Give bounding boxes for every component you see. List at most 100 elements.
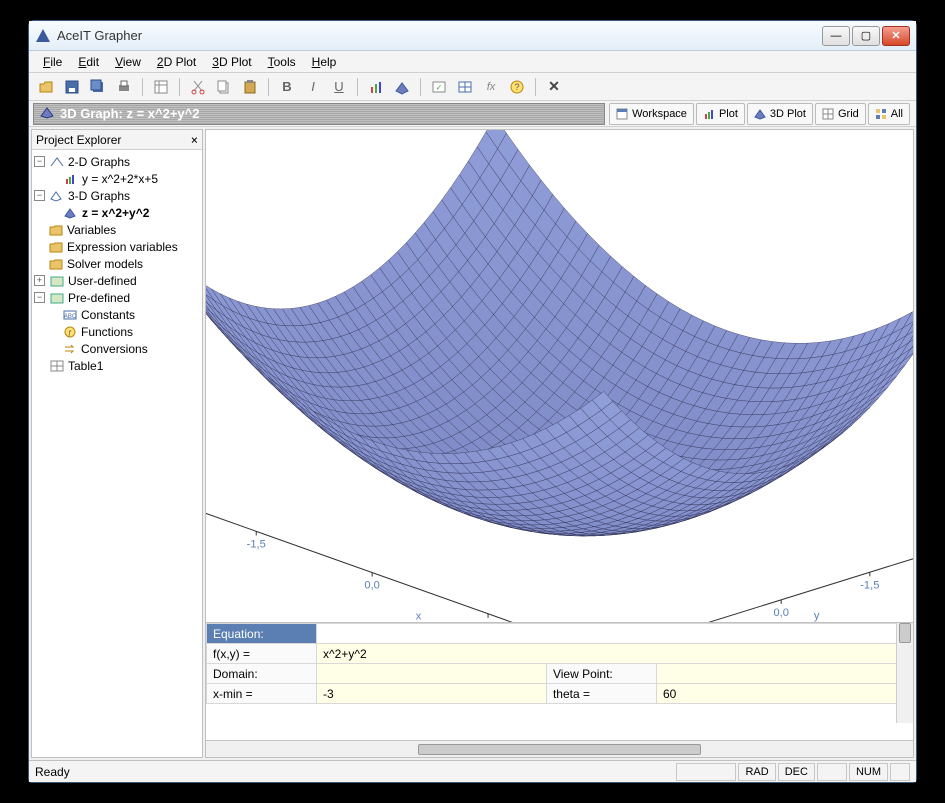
delete-icon[interactable]: ✕ bbox=[543, 76, 565, 98]
tree-constants[interactable]: ABC Constants bbox=[34, 306, 200, 323]
tree-2d-graphs[interactable]: − 2-D Graphs bbox=[34, 153, 200, 170]
domain-header: Domain: bbox=[207, 664, 317, 684]
fxy-label: f(x,y) = bbox=[207, 644, 317, 664]
properties-vscroll[interactable] bbox=[896, 623, 913, 723]
doc-title-bar[interactable]: 3D Graph: z = x^2+y^2 bbox=[33, 103, 605, 125]
plot3d-doc-icon bbox=[40, 105, 54, 122]
predef-icon bbox=[49, 291, 65, 305]
italic-icon[interactable]: I bbox=[302, 76, 324, 98]
svg-text:✓: ✓ bbox=[436, 83, 443, 92]
tree-table1[interactable]: Table1 bbox=[34, 357, 200, 374]
viewpoint-header: View Point: bbox=[546, 664, 656, 684]
xmin-label: x-min = bbox=[207, 684, 317, 704]
bold-icon[interactable]: B bbox=[276, 76, 298, 98]
plot2d-item-icon bbox=[63, 172, 79, 186]
conversions-icon bbox=[62, 342, 78, 356]
tree-3d-graphs[interactable]: − 3-D Graphs bbox=[34, 187, 200, 204]
3d-plot-canvas[interactable]: -3,04,59,013,518,0z-3,0-1,50,01,53,0x-3,… bbox=[205, 129, 914, 623]
menubar: File Edit View 2D Plot 3D Plot Tools Hel… bbox=[29, 51, 916, 73]
svg-text:-1,5: -1,5 bbox=[247, 538, 266, 550]
saveall-icon[interactable] bbox=[87, 76, 109, 98]
folder-icon bbox=[48, 257, 64, 271]
tree-exprvars[interactable]: Expression variables bbox=[34, 238, 200, 255]
status-num: NUM bbox=[849, 763, 888, 781]
menu-view[interactable]: View bbox=[107, 53, 149, 71]
app-window: AceIT Grapher — ▢ ✕ File Edit View 2D Pl… bbox=[28, 20, 917, 783]
close-button[interactable]: ✕ bbox=[882, 26, 910, 46]
minimize-button[interactable]: — bbox=[822, 26, 850, 46]
underline-icon[interactable]: U bbox=[328, 76, 350, 98]
svg-text:0,0: 0,0 bbox=[364, 580, 379, 592]
tab-grid[interactable]: Grid bbox=[815, 103, 866, 125]
toolbar: B I U ✓ fx ? ✕ bbox=[29, 73, 916, 101]
status-dec: DEC bbox=[778, 763, 815, 781]
menu-tools[interactable]: Tools bbox=[260, 53, 304, 71]
tab-workspace[interactable]: Workspace bbox=[609, 103, 694, 125]
status-rad: RAD bbox=[738, 763, 775, 781]
equation-header: Equation: bbox=[207, 624, 317, 644]
doc-title: 3D Graph: z = x^2+y^2 bbox=[60, 106, 199, 121]
copy-icon[interactable] bbox=[213, 76, 235, 98]
properties-panel: Equation: f(x,y) = x^2+y^2 Domain: View … bbox=[205, 623, 914, 741]
properties-hscroll[interactable] bbox=[205, 741, 914, 758]
svg-text:x: x bbox=[416, 610, 422, 622]
constants-icon: ABC bbox=[62, 308, 78, 322]
properties-icon[interactable] bbox=[150, 76, 172, 98]
xmin-value[interactable]: -3 bbox=[317, 684, 547, 704]
menu-file[interactable]: File bbox=[35, 53, 70, 71]
tree-predef[interactable]: − Pre-defined bbox=[34, 289, 200, 306]
menu-2dplot[interactable]: 2D Plot bbox=[149, 53, 204, 71]
tree-variables[interactable]: Variables bbox=[34, 221, 200, 238]
print-icon[interactable] bbox=[113, 76, 135, 98]
help-icon[interactable]: ? bbox=[506, 76, 528, 98]
theta-label: theta = bbox=[546, 684, 656, 704]
status-ready: Ready bbox=[35, 765, 70, 779]
open-icon[interactable] bbox=[35, 76, 57, 98]
maximize-button[interactable]: ▢ bbox=[852, 26, 880, 46]
menu-edit[interactable]: Edit bbox=[70, 53, 107, 71]
svg-text:ƒ: ƒ bbox=[68, 330, 72, 337]
folder-icon bbox=[48, 223, 64, 237]
theta-value[interactable]: 60 bbox=[656, 684, 912, 704]
tree-3d-item-selected[interactable]: z = x^2+y^2 bbox=[34, 204, 200, 221]
svg-text:y: y bbox=[814, 610, 820, 622]
titlebar[interactable]: AceIT Grapher — ▢ ✕ bbox=[29, 21, 916, 51]
tree-userdef[interactable]: + User-defined bbox=[34, 272, 200, 289]
svg-text:?: ? bbox=[514, 82, 519, 92]
menu-help[interactable]: Help bbox=[304, 53, 345, 71]
fxy-value[interactable]: x^2+y^2 bbox=[317, 644, 913, 664]
tree-2d-item[interactable]: y = x^2+2*x+5 bbox=[34, 170, 200, 187]
svg-text:ABC: ABC bbox=[64, 314, 77, 320]
project-explorer-close-icon[interactable]: × bbox=[191, 133, 198, 147]
tab-all[interactable]: All bbox=[868, 103, 910, 125]
folder-2d-icon bbox=[49, 155, 65, 169]
tab-3dplot[interactable]: 3D Plot bbox=[747, 103, 813, 125]
fx-icon[interactable]: fx bbox=[480, 76, 502, 98]
statusbar: Ready RAD DEC NUM bbox=[29, 760, 916, 782]
paste-icon[interactable] bbox=[239, 76, 261, 98]
functions-icon: ƒ bbox=[62, 325, 78, 339]
save-icon[interactable] bbox=[61, 76, 83, 98]
doc-header: 3D Graph: z = x^2+y^2 Workspace Plot 3D … bbox=[29, 101, 916, 127]
app-title: AceIT Grapher bbox=[57, 28, 822, 43]
tree-solver[interactable]: Solver models bbox=[34, 255, 200, 272]
app-icon bbox=[35, 28, 51, 44]
project-explorer: Project Explorer × − 2-D Graphs y = x^2+… bbox=[31, 129, 203, 758]
tree-conversions[interactable]: Conversions bbox=[34, 340, 200, 357]
plot2d-icon[interactable] bbox=[365, 76, 387, 98]
table-icon bbox=[49, 359, 65, 373]
svg-text:0,0: 0,0 bbox=[773, 607, 788, 619]
cut-icon[interactable] bbox=[187, 76, 209, 98]
menu-3dplot[interactable]: 3D Plot bbox=[204, 53, 259, 71]
plot3d-item-icon bbox=[63, 206, 79, 220]
userdef-icon bbox=[49, 274, 65, 288]
svg-text:1,5: 1,5 bbox=[480, 621, 495, 622]
table-icon[interactable] bbox=[454, 76, 476, 98]
eval-icon[interactable]: ✓ bbox=[428, 76, 450, 98]
folder-icon bbox=[48, 240, 64, 254]
plot3d-icon[interactable] bbox=[391, 76, 413, 98]
svg-text:-1,5: -1,5 bbox=[860, 579, 879, 591]
folder-3d-icon bbox=[49, 189, 65, 203]
tab-plot[interactable]: Plot bbox=[696, 103, 745, 125]
tree-functions[interactable]: ƒ Functions bbox=[34, 323, 200, 340]
